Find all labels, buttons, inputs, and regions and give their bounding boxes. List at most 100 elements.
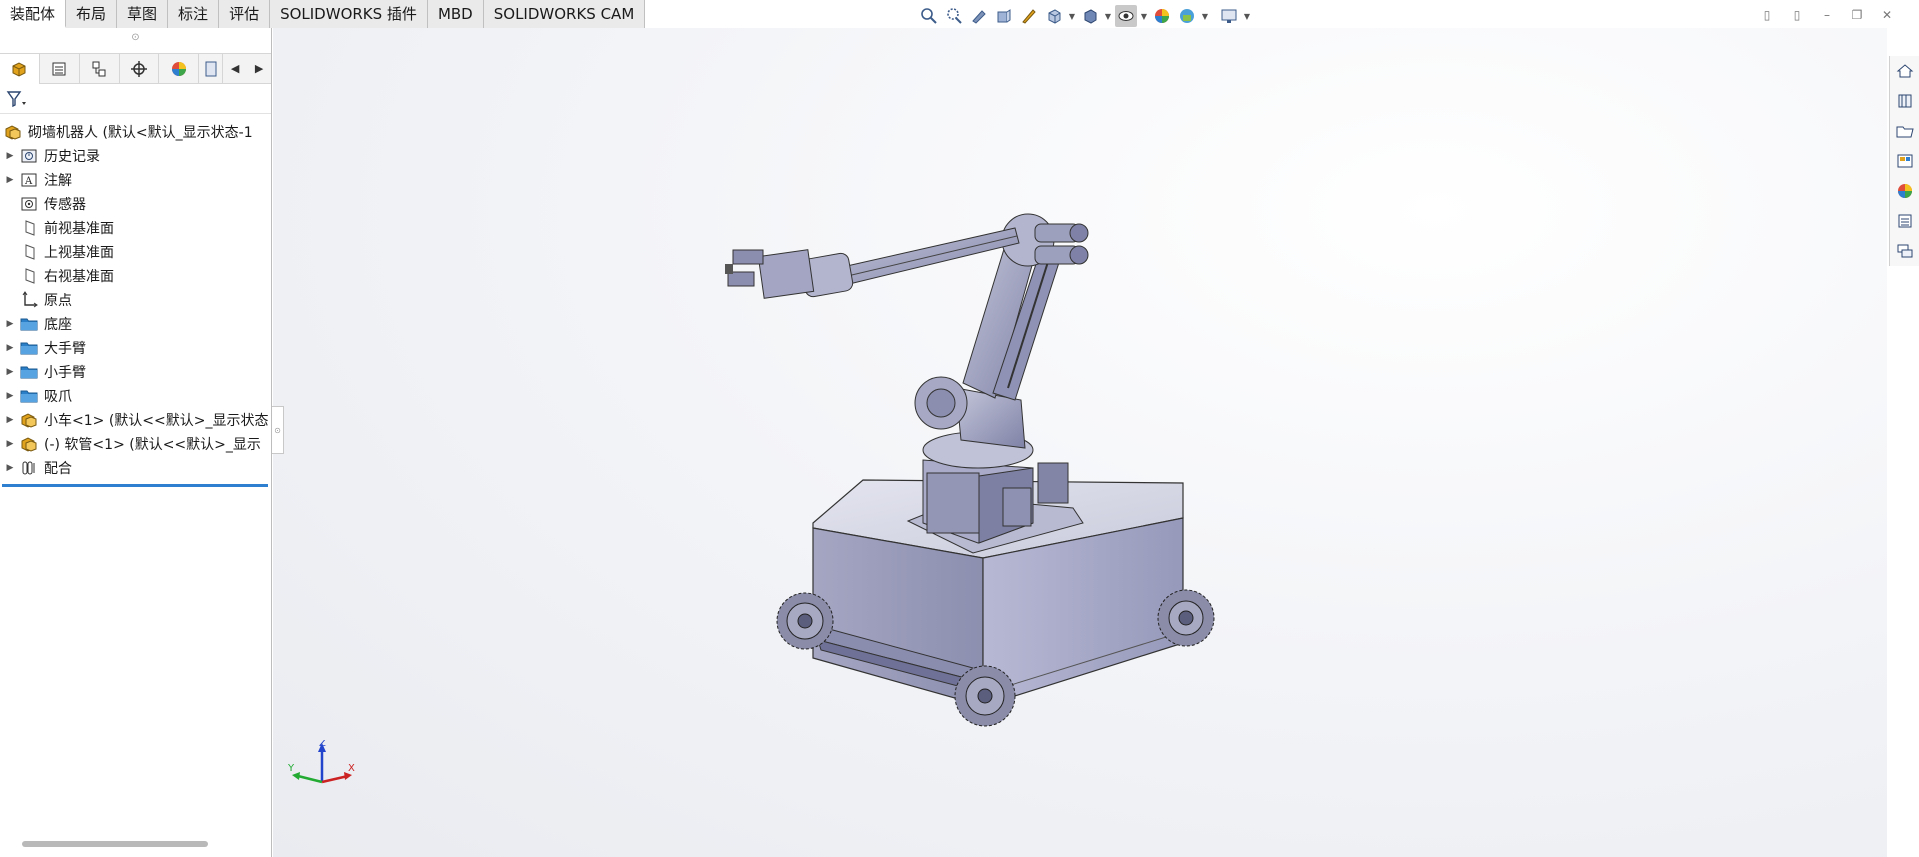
zoom-to-fit-icon[interactable] [918, 5, 940, 27]
tab-markup[interactable]: 标注 [168, 0, 220, 28]
dimxpertmanager-icon[interactable] [120, 53, 160, 84]
apply-scene-icon[interactable] [1176, 5, 1198, 27]
appearances-scenes-icon[interactable] [1889, 176, 1919, 206]
mates-icon [20, 459, 38, 477]
chevron-down-icon[interactable]: ▼ [1140, 5, 1148, 27]
tree-filter[interactable] [0, 84, 271, 114]
expand-arrow-icon[interactable]: ▶ [0, 415, 20, 425]
annotations-icon: A [20, 171, 38, 189]
tree-item-history[interactable]: ▶ 历史记录 [0, 144, 271, 168]
chevron-down-icon[interactable]: ▼ [1104, 5, 1112, 27]
tree-item-origin[interactable]: ▶ 原点 [0, 288, 271, 312]
plane-icon [20, 243, 38, 261]
expand-arrow-icon[interactable]: ▶ [0, 319, 20, 329]
tree-item-label: 上视基准面 [44, 245, 114, 261]
subassembly-icon [20, 411, 38, 429]
hide-show-items-icon[interactable] [1115, 5, 1137, 27]
tree-item-folder-small-arm[interactable]: ▶ 小手臂 [0, 360, 271, 384]
expand-arrow-icon[interactable]: ▶ [0, 439, 20, 449]
tree-root-assembly[interactable]: 砌墙机器人 (默认<默认_显示状态-1 [0, 120, 271, 144]
display-style-icon[interactable] [1079, 5, 1101, 27]
tab-mbd[interactable]: MBD [427, 0, 484, 28]
tab-solidworks-cam[interactable]: SOLIDWORKS CAM [483, 0, 646, 28]
expand-arrow-icon[interactable]: ▶ [0, 151, 20, 161]
feature-tree: 砌墙机器人 (默认<默认_显示状态-1 ▶ 历史记录 ▶ A 注解 ▶ 传感器 … [0, 114, 271, 487]
featuremanager-icon[interactable] [0, 53, 40, 84]
tab-scroll-left-icon[interactable]: ◀ [223, 54, 247, 84]
heads-up-view-toolbar: ▼ ▼ ▼ ▼ ▼ [918, 4, 1251, 28]
tab-evaluate[interactable]: 评估 [219, 0, 271, 28]
solidworks-resources-icon[interactable] [1889, 56, 1919, 86]
tree-item-folder-base[interactable]: ▶ 底座 [0, 312, 271, 336]
view-settings-icon[interactable] [1218, 5, 1240, 27]
chevron-down-icon[interactable]: ▼ [1201, 5, 1209, 27]
triad-z-label: Z [319, 740, 326, 749]
tree-item-label: 历史记录 [44, 149, 100, 165]
chevron-down-icon[interactable]: ▼ [1068, 5, 1076, 27]
plane-icon [20, 267, 38, 285]
expand-arrow-icon[interactable]: ▶ [0, 367, 20, 377]
section-view-icon[interactable] [993, 5, 1015, 27]
document-window-controls: ▯ ▯ – ❐ ✕ [1757, 6, 1897, 24]
expand-arrow-icon[interactable]: ▶ [0, 463, 20, 473]
restore-icon[interactable]: ❐ [1847, 6, 1867, 24]
graphics-area[interactable] [273, 28, 1887, 857]
tree-item-label: 配合 [44, 461, 72, 477]
cam-tree-icon[interactable] [199, 53, 224, 84]
tree-item-front-plane[interactable]: ▶ 前视基准面 [0, 216, 271, 240]
svg-text:A: A [24, 176, 33, 187]
tile-right-icon[interactable]: ▯ [1787, 6, 1807, 24]
history-icon [20, 147, 38, 165]
tree-item-mates[interactable]: ▶ 配合 [0, 456, 271, 480]
configurationmanager-icon[interactable] [80, 53, 120, 84]
tree-item-right-plane[interactable]: ▶ 右视基准面 [0, 264, 271, 288]
file-explorer-icon[interactable] [1889, 116, 1919, 146]
close-icon[interactable]: ✕ [1877, 6, 1897, 24]
panel-resize-handle[interactable]: ⊙ [0, 28, 271, 54]
horizontal-scrollbar[interactable] [22, 841, 208, 847]
edit-appearance-icon[interactable] [1151, 5, 1173, 27]
view-palette-icon[interactable] [1889, 146, 1919, 176]
tree-item-label: 传感器 [44, 197, 86, 213]
tab-solidworks-addins[interactable]: SOLIDWORKS 插件 [270, 0, 428, 28]
tab-layout[interactable]: 布局 [66, 0, 118, 28]
task-pane [1889, 56, 1919, 266]
forum-icon[interactable] [1889, 236, 1919, 266]
tile-left-icon[interactable]: ▯ [1757, 6, 1777, 24]
tree-item-top-plane[interactable]: ▶ 上视基准面 [0, 240, 271, 264]
folder-icon [20, 363, 38, 381]
rollback-bar[interactable] [2, 484, 268, 487]
displaymanager-icon[interactable] [159, 53, 200, 84]
previous-view-icon[interactable] [968, 5, 990, 27]
tab-scroll-right-icon[interactable]: ▶ [247, 54, 271, 84]
expand-arrow-icon[interactable]: ▶ [0, 343, 20, 353]
tree-item-folder-gripper[interactable]: ▶ 吸爪 [0, 384, 271, 408]
tree-item-subassembly-cart[interactable]: ▶ 小车<1> (默认<<默认>_显示状态 [0, 408, 271, 432]
tab-sketch[interactable]: 草图 [117, 0, 169, 28]
tree-item-sensors[interactable]: ▶ 传感器 [0, 192, 271, 216]
filter-icon[interactable] [6, 90, 28, 108]
chevron-down-icon[interactable]: ▼ [1243, 5, 1251, 27]
folder-icon [20, 315, 38, 333]
dynamic-annotation-icon[interactable] [1018, 5, 1040, 27]
tree-item-annotations[interactable]: ▶ A 注解 [0, 168, 271, 192]
tree-item-folder-big-arm[interactable]: ▶ 大手臂 [0, 336, 271, 360]
tree-overflow-tip: ⊙ [272, 406, 284, 454]
tree-item-label: 小车<1> (默认<<默认>_显示状态 [44, 413, 269, 429]
origin-icon [20, 291, 38, 309]
zoom-area-icon[interactable] [943, 5, 965, 27]
minimize-icon[interactable]: – [1817, 6, 1837, 24]
robot-assembly-model[interactable] [273, 28, 1887, 857]
tree-item-label: 底座 [44, 317, 72, 333]
tree-item-subassembly-hose[interactable]: ▶ (-) 软管<1> (默认<<默认>_显示 [0, 432, 271, 456]
subassembly-icon [20, 435, 38, 453]
custom-properties-icon[interactable] [1889, 206, 1919, 236]
tree-item-label: 小手臂 [44, 365, 86, 381]
design-library-icon[interactable] [1889, 86, 1919, 116]
tab-assembly[interactable]: 装配体 [0, 0, 67, 28]
propertymanager-icon[interactable] [40, 53, 80, 84]
expand-arrow-icon[interactable]: ▶ [0, 175, 20, 185]
view-orientation-icon[interactable] [1043, 5, 1065, 27]
panel-tabs: ◀ ▶ [0, 53, 271, 84]
expand-arrow-icon[interactable]: ▶ [0, 391, 20, 401]
